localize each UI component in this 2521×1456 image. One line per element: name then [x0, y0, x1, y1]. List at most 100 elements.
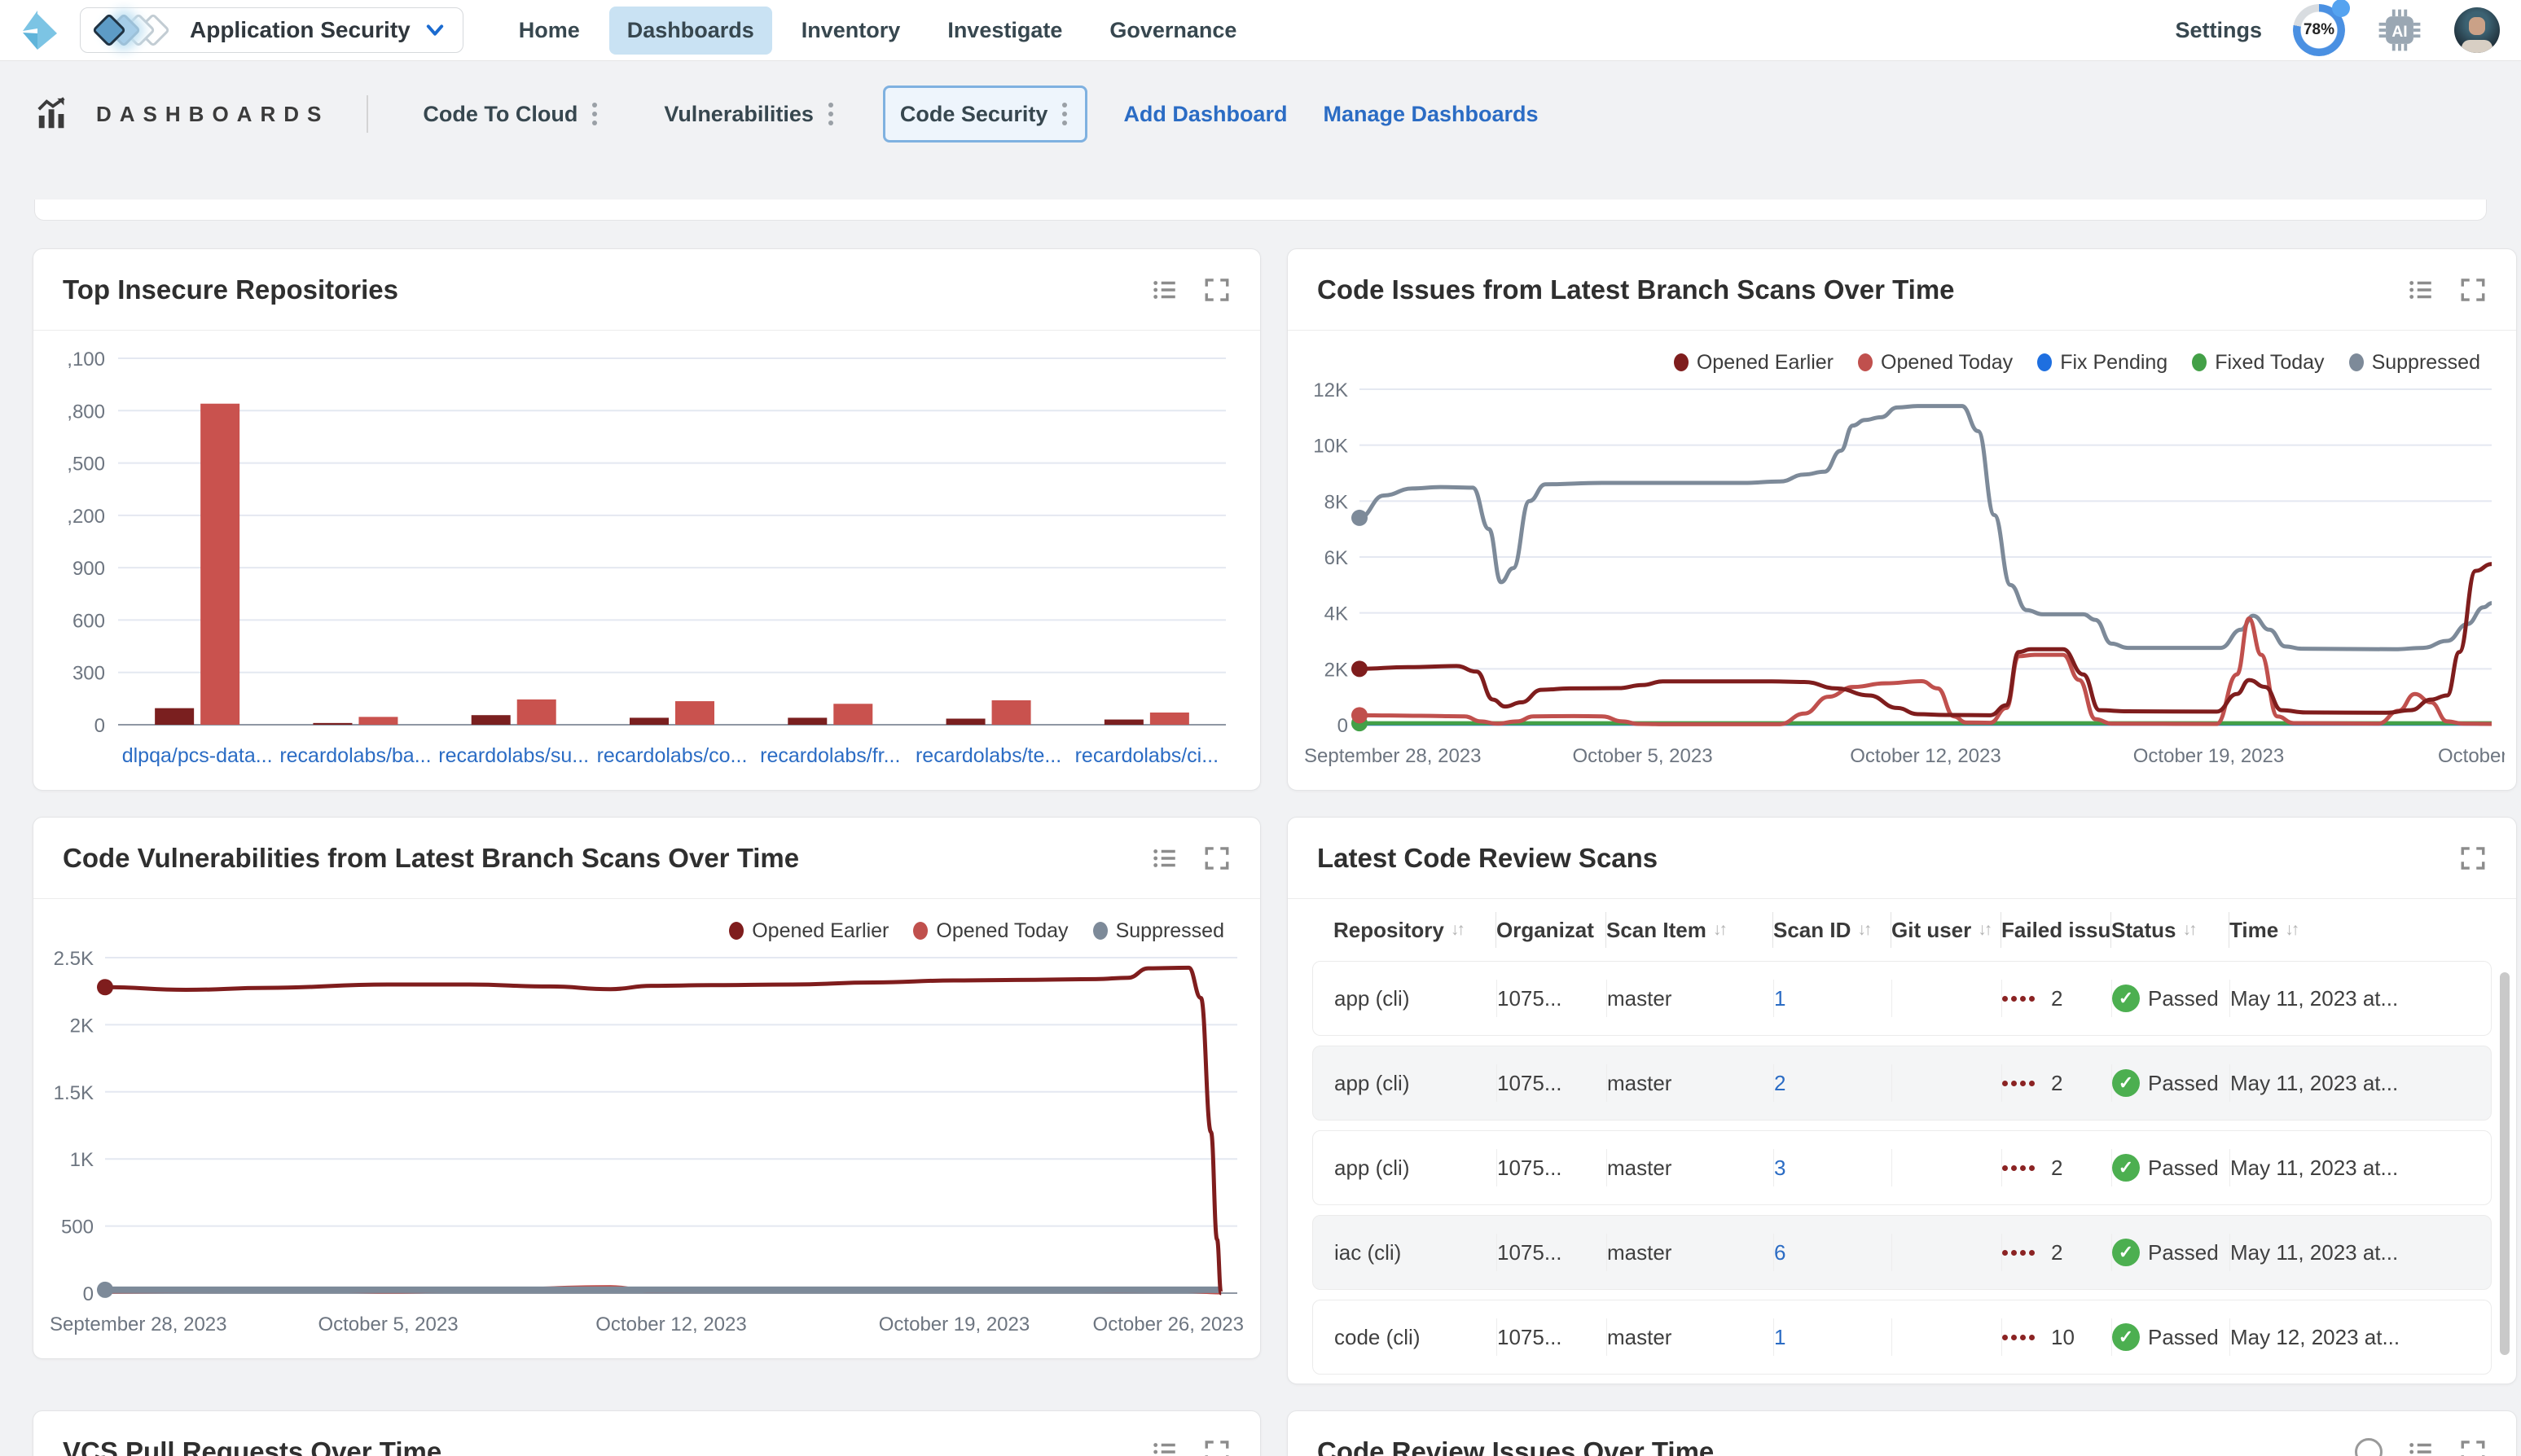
- bar-opened-today[interactable]: [992, 700, 1031, 725]
- tab-code-security[interactable]: Code Security: [883, 86, 1088, 143]
- table-row[interactable]: app (cli)1075...master12✓PassedMay 11, 2…: [1312, 961, 2492, 1036]
- cell-scan-id-link[interactable]: 3: [1774, 1149, 1892, 1186]
- bar-opened-earlier[interactable]: [155, 708, 194, 725]
- repo-link-label[interactable]: recardolabs/ci...: [1075, 744, 1219, 767]
- cell-scan-item: master: [1607, 980, 1774, 1017]
- legend-entry-fixed-today[interactable]: Fixed Today: [2192, 351, 2324, 375]
- column-header-status[interactable]: Status↓↑: [2111, 912, 2229, 948]
- legend-entry-suppressed[interactable]: Suppressed: [2349, 351, 2480, 375]
- brand-logo-icon[interactable]: [21, 9, 59, 51]
- cell-scan-id-link[interactable]: 6: [1774, 1234, 1892, 1271]
- sort-arrows-icon[interactable]: ↓↑: [1857, 920, 1869, 940]
- panel-header: Code Review Issues Over Time: [1288, 1411, 2516, 1456]
- column-header-repository[interactable]: Repository↓↑: [1333, 912, 1496, 948]
- column-header-scan-item[interactable]: Scan Item↓↑: [1606, 912, 1773, 948]
- progress-ring[interactable]: 78%: [2293, 4, 2345, 56]
- ai-assistant-icon[interactable]: AI: [2376, 7, 2423, 54]
- column-header-organizat[interactable]: Organizat: [1496, 912, 1606, 948]
- cell-scan-id-link[interactable]: 1: [1774, 980, 1892, 1017]
- settings-button[interactable]: Settings: [2175, 18, 2262, 43]
- bar-opened-earlier[interactable]: [788, 717, 827, 725]
- legend-list-icon[interactable]: [2407, 276, 2435, 304]
- bar-opened-today[interactable]: [675, 701, 714, 725]
- legend-entry-opened-today[interactable]: Opened Today: [1858, 351, 2013, 375]
- bar-opened-earlier[interactable]: [630, 717, 669, 725]
- table-row[interactable]: code (cli)1075...master110✓PassedMay 12,…: [1312, 1300, 2492, 1375]
- nav-item-home[interactable]: Home: [501, 7, 598, 55]
- divider: [367, 95, 368, 133]
- expand-icon[interactable]: [1203, 844, 1231, 872]
- cell-time: May 11, 2023 at...: [2230, 980, 2450, 1017]
- legend-list-icon[interactable]: [1151, 844, 1179, 872]
- bar-opened-today[interactable]: [200, 404, 239, 725]
- bar-opened-today[interactable]: [517, 699, 556, 725]
- nav-item-governance[interactable]: Governance: [1091, 7, 1254, 55]
- tab-vulnerabilities[interactable]: Vulnerabilities: [647, 86, 854, 143]
- expand-icon[interactable]: [2459, 276, 2487, 304]
- column-header-time[interactable]: Time↓↑: [2229, 912, 2449, 948]
- cell-scan-id-link[interactable]: 1: [1774, 1318, 1892, 1356]
- nav-item-dashboards[interactable]: Dashboards: [609, 7, 772, 55]
- table-row[interactable]: app (cli)1075...master32✓PassedMay 11, 2…: [1312, 1130, 2492, 1205]
- legend-label: Suppressed: [1116, 919, 1224, 943]
- sort-arrows-icon[interactable]: ↓↑: [1978, 920, 1990, 940]
- scans-table-body: app (cli)1075...master12✓PassedMay 11, 2…: [1312, 961, 2492, 1384]
- kebab-menu-icon[interactable]: [589, 99, 600, 129]
- cell-scan-id-link[interactable]: 2: [1774, 1064, 1892, 1102]
- kebab-menu-icon[interactable]: [825, 99, 837, 129]
- repo-link-label[interactable]: dlpqa/pcs-data...: [122, 744, 273, 767]
- repo-link-label[interactable]: recardolabs/te...: [916, 744, 1061, 767]
- sort-arrows-icon[interactable]: ↓↑: [2182, 920, 2194, 940]
- manage-dashboards-link[interactable]: Manage Dashboards: [1323, 102, 1538, 127]
- repo-link-label[interactable]: recardolabs/co...: [597, 744, 748, 767]
- series-start-dot: [97, 979, 113, 995]
- column-header-git-user[interactable]: Git user↓↑: [1891, 912, 2001, 948]
- kebab-menu-icon[interactable]: [1059, 99, 1070, 129]
- column-header-failed-issu[interactable]: Failed issu: [2001, 912, 2111, 948]
- panel-code-vulnerabilities-over-time: Code Vulnerabilities from Latest Branch …: [33, 817, 1261, 1359]
- panel-title: VCS Pull Requests Over Time: [63, 1436, 441, 1456]
- column-header-scan-id[interactable]: Scan ID↓↑: [1773, 912, 1891, 948]
- legend-entry-suppressed[interactable]: Suppressed: [1093, 919, 1224, 943]
- legend-entry-opened-today[interactable]: Opened Today: [913, 919, 1068, 943]
- x-tick-label: October 5, 2023: [318, 1313, 458, 1335]
- table-row[interactable]: iac (cli)1075...master62✓PassedMay 11, 2…: [1312, 1215, 2492, 1290]
- expand-icon[interactable]: [1203, 1438, 1231, 1456]
- expand-icon[interactable]: [1203, 276, 1231, 304]
- nav-item-investigate[interactable]: Investigate: [929, 7, 1080, 55]
- table-scrollbar[interactable]: [2500, 972, 2510, 1355]
- legend-entry-opened-earlier[interactable]: Opened Earlier: [1674, 351, 1834, 375]
- status-label: Passed: [2148, 1325, 2219, 1350]
- repo-link-label[interactable]: recardolabs/su...: [438, 744, 589, 767]
- bar-opened-today[interactable]: [1150, 713, 1189, 725]
- bar-opened-earlier[interactable]: [313, 723, 352, 725]
- bar-opened-earlier[interactable]: [1105, 720, 1144, 725]
- status-passed-icon: ✓: [2112, 1154, 2140, 1182]
- legend-list-icon[interactable]: [1151, 1438, 1179, 1456]
- status-passed-icon: ✓: [2112, 1239, 2140, 1266]
- legend-dot-icon: [1093, 922, 1108, 940]
- add-dashboard-link[interactable]: Add Dashboard: [1123, 102, 1287, 127]
- cell-status: ✓Passed: [2112, 1234, 2230, 1271]
- bar-opened-today[interactable]: [358, 717, 397, 725]
- legend-list-icon[interactable]: [1151, 276, 1179, 304]
- expand-icon[interactable]: [2459, 844, 2487, 872]
- sort-arrows-icon[interactable]: ↓↑: [2285, 920, 2297, 940]
- repo-link-label[interactable]: recardolabs/fr...: [760, 744, 900, 767]
- user-avatar[interactable]: [2454, 7, 2500, 53]
- legend-entry-fix-pending[interactable]: Fix Pending: [2037, 351, 2167, 375]
- bar-opened-today[interactable]: [833, 704, 872, 725]
- legend-dot-icon: [729, 922, 744, 940]
- legend-list-icon[interactable]: [2407, 1438, 2435, 1456]
- tab-code-to-cloud[interactable]: Code To Cloud: [406, 86, 617, 143]
- expand-icon[interactable]: [2459, 1438, 2487, 1456]
- sort-arrows-icon[interactable]: ↓↑: [1451, 920, 1463, 940]
- repo-link-label[interactable]: recardolabs/ba...: [279, 744, 431, 767]
- bar-opened-earlier[interactable]: [472, 715, 511, 725]
- bar-opened-earlier[interactable]: [946, 719, 986, 726]
- sort-arrows-icon[interactable]: ↓↑: [1713, 920, 1725, 940]
- legend-entry-opened-earlier[interactable]: Opened Earlier: [729, 919, 889, 943]
- app-selector-dropdown[interactable]: Application Security: [80, 7, 463, 53]
- table-row[interactable]: app (cli)1075...master22✓PassedMay 11, 2…: [1312, 1046, 2492, 1121]
- nav-item-inventory[interactable]: Inventory: [784, 7, 919, 55]
